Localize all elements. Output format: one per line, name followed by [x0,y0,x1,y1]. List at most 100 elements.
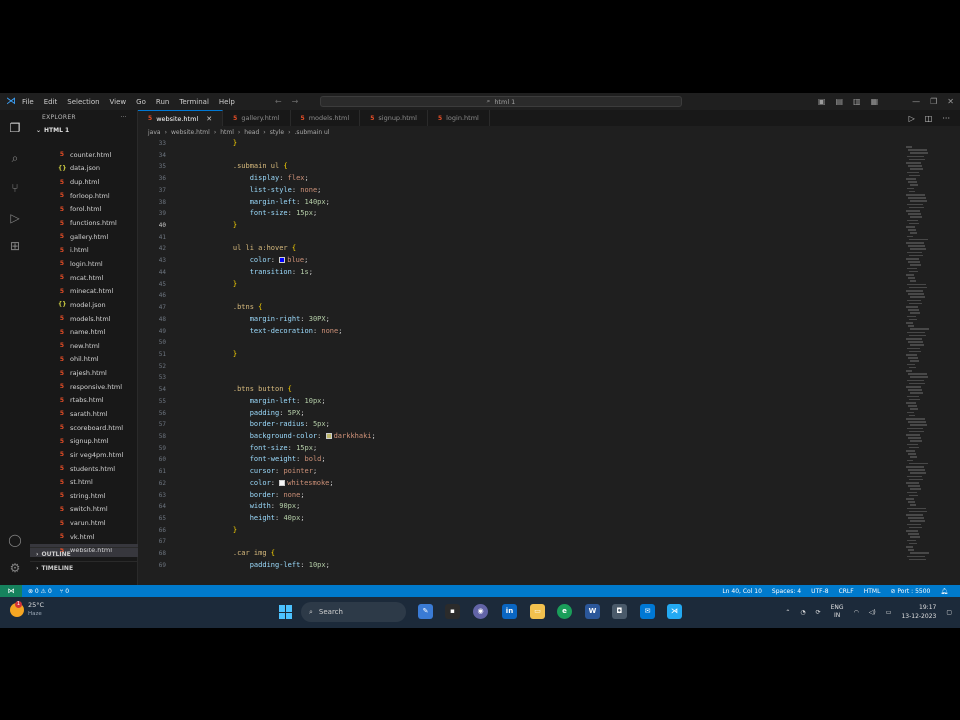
more-actions-icon[interactable]: ··· [120,114,127,121]
code-line[interactable]: display: flex; [216,173,376,185]
menu-item-edit[interactable]: Edit [44,98,58,106]
minimap[interactable] [900,138,960,585]
file-item[interactable]: 5 login.html [30,257,138,271]
tab-website[interactable]: 5 website.html ✕ [138,110,224,126]
code-line[interactable]: background-color: darkkhaki; [216,431,376,443]
code-line[interactable]: } [216,279,376,291]
tab-signup[interactable]: 5 signup.html [360,110,428,126]
account-icon[interactable]: ◯ [7,532,23,548]
code-line[interactable]: padding: 5PX; [216,408,376,420]
breadcrumb-item[interactable]: java [148,129,161,136]
menu-item-view[interactable]: View [110,98,127,106]
code-line[interactable]: } [216,349,376,361]
close-window-icon[interactable]: ✕ [947,97,954,106]
minimize-icon[interactable]: — [912,97,920,106]
chevron-up-icon[interactable]: ⌃ [785,609,790,616]
search-icon[interactable]: ⌕ [7,150,23,166]
vscode-taskbar-icon[interactable]: ⋊ [667,604,682,619]
linkedin-icon[interactable]: in [502,604,517,619]
network-icon[interactable]: ◔ [800,609,805,616]
file-item[interactable]: 5 responsive.html [30,380,138,394]
folder-html-1[interactable]: ⌄ HTML 1 [30,124,137,136]
file-item[interactable]: 5 scoreboard.html [30,421,138,435]
file-item[interactable]: 5 signup.html [30,434,138,448]
toggle-secondary-sidebar-icon[interactable]: ▥ [853,97,861,106]
file-item[interactable]: 5 ohil.html [30,353,138,367]
code-line[interactable]: cursor: pointer; [216,466,376,478]
menu-item-help[interactable]: Help [219,98,235,106]
more-actions-icon[interactable]: ··· [942,114,950,123]
code-line[interactable]: transition: 1s; [216,267,376,279]
start-button[interactable] [279,605,293,619]
file-item[interactable]: 5 varun.html [30,516,138,530]
run-debug-icon[interactable]: ▷ [7,210,23,226]
toggle-panel-icon[interactable]: ▤ [835,97,843,106]
cursor-position[interactable]: Ln 40, Col 10 [722,588,762,595]
file-item[interactable]: 5 forol.html [30,203,138,217]
code-line[interactable]: border: none; [216,490,376,502]
problems-indicator[interactable]: ⊗ 0 ⚠ 0 [28,588,52,595]
color-swatch[interactable] [325,432,332,439]
encoding[interactable]: UTF-8 [811,588,829,595]
explorer-icon[interactable]: ❐ [7,120,23,136]
code-line[interactable]: height: 40px; [216,513,376,525]
file-item[interactable]: 5 functions.html [30,216,138,230]
breadcrumb-item[interactable]: .submain ul [294,129,329,136]
code-line[interactable] [216,232,376,244]
code-content[interactable]: } .submain ul { display: flex; list-styl… [216,138,376,572]
line-ending[interactable]: CRLF [839,588,854,595]
code-line[interactable]: } [216,220,376,232]
file-item[interactable]: 5 string.html [30,489,138,503]
file-item[interactable]: 5 vk.html [30,530,138,544]
run-icon[interactable]: ▷ [909,114,915,123]
code-line[interactable]: margin-right: 30PX; [216,314,376,326]
breadcrumb-item[interactable]: style [270,129,284,136]
code-line[interactable]: } [216,525,376,537]
file-item[interactable]: 5 forloop.html [30,189,138,203]
source-control-icon[interactable]: ⑂ [7,180,23,196]
tab-login[interactable]: 5 login.html [428,110,490,126]
close-tab-icon[interactable]: ✕ [206,115,212,123]
code-line[interactable]: .btns { [216,302,376,314]
forward-arrow-icon[interactable]: → [292,97,299,106]
menu-item-run[interactable]: Run [156,98,169,106]
taskbar-search[interactable]: ⌕ Search [301,602,406,622]
battery-icon[interactable]: ▭ [886,609,892,616]
code-line[interactable]: padding-left: 10px; [216,560,376,572]
code-line[interactable] [216,290,376,302]
code-line[interactable]: color: blue; [216,255,376,267]
command-center-search[interactable]: ⌕ html 1 [320,96,682,107]
chat-icon[interactable]: ◉ [473,604,488,619]
file-item[interactable]: 5 sarath.html [30,407,138,421]
code-line[interactable]: list-style: none; [216,185,376,197]
file-item[interactable]: 5 students.html [30,462,138,476]
code-line[interactable] [216,361,376,373]
toggle-sidebar-icon[interactable]: ▣ [818,97,826,106]
file-item[interactable]: 5 rajesh.html [30,366,138,380]
mail-icon[interactable]: ✉ [640,604,655,619]
menu-item-file[interactable]: File [22,98,34,106]
code-line[interactable]: .car img { [216,548,376,560]
ports-indicator[interactable]: ⑂ 0 [60,588,69,595]
word-icon[interactable]: W [585,604,600,619]
file-item[interactable]: 5 name.html [30,325,138,339]
file-item[interactable]: {} data.json [30,162,138,176]
edge-browser-icon[interactable]: e [557,604,572,619]
code-line[interactable]: margin-left: 10px; [216,396,376,408]
timeline-section[interactable]: › TIMELINE [30,561,138,574]
indentation[interactable]: Spaces: 4 [772,588,801,595]
split-editor-icon[interactable]: ◫ [925,114,933,123]
file-explorer-icon[interactable]: ▭ [530,604,545,619]
code-line[interactable] [216,536,376,548]
code-line[interactable] [216,372,376,384]
menu-item-go[interactable]: Go [136,98,146,106]
code-line[interactable]: font-weight: bold; [216,454,376,466]
sync-icon[interactable]: ⟳ [816,609,821,616]
color-swatch[interactable] [279,257,286,264]
restore-icon[interactable]: ❐ [930,97,937,106]
color-swatch[interactable] [279,479,286,486]
code-line[interactable]: .btns button { [216,384,376,396]
code-line[interactable]: .submain ul { [216,161,376,173]
file-item[interactable]: 5 switch.html [30,503,138,517]
outline-section[interactable]: › OUTLINE [30,547,138,560]
